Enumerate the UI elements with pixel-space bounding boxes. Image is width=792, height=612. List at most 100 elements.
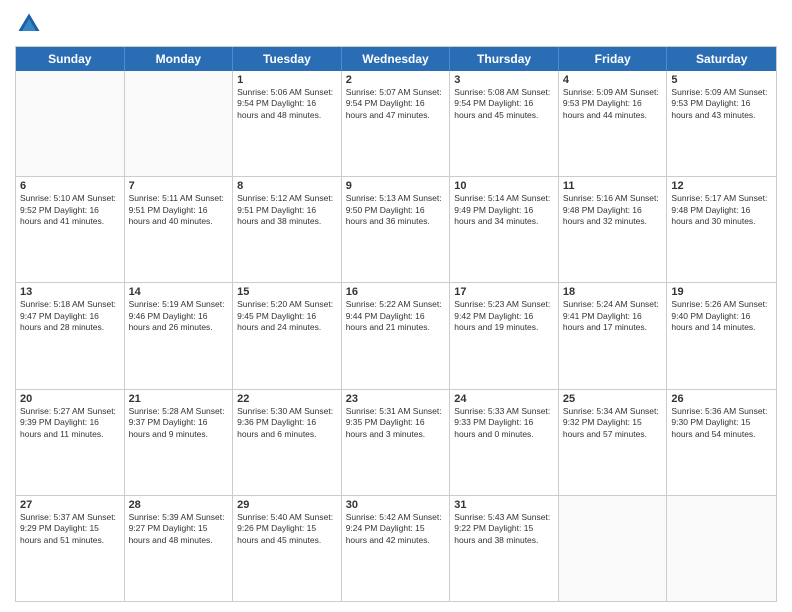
calendar-cell-day-2: 2Sunrise: 5:07 AM Sunset: 9:54 PM Daylig… bbox=[342, 71, 451, 176]
calendar-cell-day-20: 20Sunrise: 5:27 AM Sunset: 9:39 PM Dayli… bbox=[16, 390, 125, 495]
calendar-cell-day-21: 21Sunrise: 5:28 AM Sunset: 9:37 PM Dayli… bbox=[125, 390, 234, 495]
day-info: Sunrise: 5:07 AM Sunset: 9:54 PM Dayligh… bbox=[346, 87, 446, 121]
calendar-cell-day-10: 10Sunrise: 5:14 AM Sunset: 9:49 PM Dayli… bbox=[450, 177, 559, 282]
day-number: 24 bbox=[454, 393, 554, 405]
calendar-cell-day-31: 31Sunrise: 5:43 AM Sunset: 9:22 PM Dayli… bbox=[450, 496, 559, 601]
calendar-cell-day-13: 13Sunrise: 5:18 AM Sunset: 9:47 PM Dayli… bbox=[16, 283, 125, 388]
day-number: 30 bbox=[346, 499, 446, 511]
day-number: 11 bbox=[563, 180, 663, 192]
logo bbox=[15, 10, 47, 38]
day-number: 6 bbox=[20, 180, 120, 192]
calendar-cell-day-9: 9Sunrise: 5:13 AM Sunset: 9:50 PM Daylig… bbox=[342, 177, 451, 282]
day-number: 14 bbox=[129, 286, 229, 298]
day-info: Sunrise: 5:13 AM Sunset: 9:50 PM Dayligh… bbox=[346, 193, 446, 227]
header-day-tuesday: Tuesday bbox=[233, 47, 342, 71]
day-number: 25 bbox=[563, 393, 663, 405]
day-info: Sunrise: 5:42 AM Sunset: 9:24 PM Dayligh… bbox=[346, 512, 446, 546]
day-info: Sunrise: 5:09 AM Sunset: 9:53 PM Dayligh… bbox=[671, 87, 772, 121]
day-info: Sunrise: 5:26 AM Sunset: 9:40 PM Dayligh… bbox=[671, 299, 772, 333]
calendar-cell-day-17: 17Sunrise: 5:23 AM Sunset: 9:42 PM Dayli… bbox=[450, 283, 559, 388]
day-number: 1 bbox=[237, 74, 337, 86]
calendar-cell-day-15: 15Sunrise: 5:20 AM Sunset: 9:45 PM Dayli… bbox=[233, 283, 342, 388]
calendar-row-1: 1Sunrise: 5:06 AM Sunset: 9:54 PM Daylig… bbox=[16, 71, 776, 177]
day-info: Sunrise: 5:09 AM Sunset: 9:53 PM Dayligh… bbox=[563, 87, 663, 121]
day-info: Sunrise: 5:22 AM Sunset: 9:44 PM Dayligh… bbox=[346, 299, 446, 333]
day-info: Sunrise: 5:06 AM Sunset: 9:54 PM Dayligh… bbox=[237, 87, 337, 121]
calendar-cell-day-24: 24Sunrise: 5:33 AM Sunset: 9:33 PM Dayli… bbox=[450, 390, 559, 495]
page: SundayMondayTuesdayWednesdayThursdayFrid… bbox=[0, 0, 792, 612]
day-info: Sunrise: 5:17 AM Sunset: 9:48 PM Dayligh… bbox=[671, 193, 772, 227]
day-info: Sunrise: 5:08 AM Sunset: 9:54 PM Dayligh… bbox=[454, 87, 554, 121]
day-info: Sunrise: 5:36 AM Sunset: 9:30 PM Dayligh… bbox=[671, 406, 772, 440]
day-number: 19 bbox=[671, 286, 772, 298]
header-day-saturday: Saturday bbox=[667, 47, 776, 71]
day-info: Sunrise: 5:19 AM Sunset: 9:46 PM Dayligh… bbox=[129, 299, 229, 333]
day-info: Sunrise: 5:28 AM Sunset: 9:37 PM Dayligh… bbox=[129, 406, 229, 440]
day-number: 10 bbox=[454, 180, 554, 192]
day-number: 15 bbox=[237, 286, 337, 298]
header-day-thursday: Thursday bbox=[450, 47, 559, 71]
day-info: Sunrise: 5:20 AM Sunset: 9:45 PM Dayligh… bbox=[237, 299, 337, 333]
day-number: 18 bbox=[563, 286, 663, 298]
calendar-cell-day-22: 22Sunrise: 5:30 AM Sunset: 9:36 PM Dayli… bbox=[233, 390, 342, 495]
day-number: 31 bbox=[454, 499, 554, 511]
day-info: Sunrise: 5:27 AM Sunset: 9:39 PM Dayligh… bbox=[20, 406, 120, 440]
day-info: Sunrise: 5:34 AM Sunset: 9:32 PM Dayligh… bbox=[563, 406, 663, 440]
day-number: 12 bbox=[671, 180, 772, 192]
day-info: Sunrise: 5:37 AM Sunset: 9:29 PM Dayligh… bbox=[20, 512, 120, 546]
calendar-cell-day-3: 3Sunrise: 5:08 AM Sunset: 9:54 PM Daylig… bbox=[450, 71, 559, 176]
calendar-cell-day-12: 12Sunrise: 5:17 AM Sunset: 9:48 PM Dayli… bbox=[667, 177, 776, 282]
calendar-cell-empty bbox=[125, 71, 234, 176]
day-number: 20 bbox=[20, 393, 120, 405]
calendar-header: SundayMondayTuesdayWednesdayThursdayFrid… bbox=[16, 47, 776, 71]
day-info: Sunrise: 5:11 AM Sunset: 9:51 PM Dayligh… bbox=[129, 193, 229, 227]
day-number: 28 bbox=[129, 499, 229, 511]
day-info: Sunrise: 5:24 AM Sunset: 9:41 PM Dayligh… bbox=[563, 299, 663, 333]
calendar-cell-day-6: 6Sunrise: 5:10 AM Sunset: 9:52 PM Daylig… bbox=[16, 177, 125, 282]
calendar-cell-day-4: 4Sunrise: 5:09 AM Sunset: 9:53 PM Daylig… bbox=[559, 71, 668, 176]
day-number: 7 bbox=[129, 180, 229, 192]
header-day-wednesday: Wednesday bbox=[342, 47, 451, 71]
calendar-cell-day-23: 23Sunrise: 5:31 AM Sunset: 9:35 PM Dayli… bbox=[342, 390, 451, 495]
calendar-cell-day-5: 5Sunrise: 5:09 AM Sunset: 9:53 PM Daylig… bbox=[667, 71, 776, 176]
calendar-row-3: 13Sunrise: 5:18 AM Sunset: 9:47 PM Dayli… bbox=[16, 283, 776, 389]
day-number: 27 bbox=[20, 499, 120, 511]
calendar-cell-day-14: 14Sunrise: 5:19 AM Sunset: 9:46 PM Dayli… bbox=[125, 283, 234, 388]
day-info: Sunrise: 5:16 AM Sunset: 9:48 PM Dayligh… bbox=[563, 193, 663, 227]
day-info: Sunrise: 5:31 AM Sunset: 9:35 PM Dayligh… bbox=[346, 406, 446, 440]
calendar-cell-day-30: 30Sunrise: 5:42 AM Sunset: 9:24 PM Dayli… bbox=[342, 496, 451, 601]
calendar-cell-day-25: 25Sunrise: 5:34 AM Sunset: 9:32 PM Dayli… bbox=[559, 390, 668, 495]
day-number: 5 bbox=[671, 74, 772, 86]
day-info: Sunrise: 5:43 AM Sunset: 9:22 PM Dayligh… bbox=[454, 512, 554, 546]
calendar-cell-day-27: 27Sunrise: 5:37 AM Sunset: 9:29 PM Dayli… bbox=[16, 496, 125, 601]
header bbox=[15, 10, 777, 38]
day-number: 8 bbox=[237, 180, 337, 192]
day-info: Sunrise: 5:39 AM Sunset: 9:27 PM Dayligh… bbox=[129, 512, 229, 546]
day-number: 13 bbox=[20, 286, 120, 298]
calendar-cell-day-11: 11Sunrise: 5:16 AM Sunset: 9:48 PM Dayli… bbox=[559, 177, 668, 282]
day-info: Sunrise: 5:10 AM Sunset: 9:52 PM Dayligh… bbox=[20, 193, 120, 227]
calendar-cell-day-1: 1Sunrise: 5:06 AM Sunset: 9:54 PM Daylig… bbox=[233, 71, 342, 176]
calendar-cell-day-18: 18Sunrise: 5:24 AM Sunset: 9:41 PM Dayli… bbox=[559, 283, 668, 388]
calendar-cell-empty bbox=[559, 496, 668, 601]
day-info: Sunrise: 5:14 AM Sunset: 9:49 PM Dayligh… bbox=[454, 193, 554, 227]
day-number: 17 bbox=[454, 286, 554, 298]
calendar-cell-day-16: 16Sunrise: 5:22 AM Sunset: 9:44 PM Dayli… bbox=[342, 283, 451, 388]
calendar-cell-day-28: 28Sunrise: 5:39 AM Sunset: 9:27 PM Dayli… bbox=[125, 496, 234, 601]
day-info: Sunrise: 5:12 AM Sunset: 9:51 PM Dayligh… bbox=[237, 193, 337, 227]
day-number: 4 bbox=[563, 74, 663, 86]
day-number: 9 bbox=[346, 180, 446, 192]
day-info: Sunrise: 5:23 AM Sunset: 9:42 PM Dayligh… bbox=[454, 299, 554, 333]
calendar: SundayMondayTuesdayWednesdayThursdayFrid… bbox=[15, 46, 777, 602]
day-info: Sunrise: 5:33 AM Sunset: 9:33 PM Dayligh… bbox=[454, 406, 554, 440]
day-number: 22 bbox=[237, 393, 337, 405]
header-day-monday: Monday bbox=[125, 47, 234, 71]
header-day-friday: Friday bbox=[559, 47, 668, 71]
day-number: 21 bbox=[129, 393, 229, 405]
day-info: Sunrise: 5:40 AM Sunset: 9:26 PM Dayligh… bbox=[237, 512, 337, 546]
day-number: 3 bbox=[454, 74, 554, 86]
day-number: 23 bbox=[346, 393, 446, 405]
header-day-sunday: Sunday bbox=[16, 47, 125, 71]
calendar-cell-day-7: 7Sunrise: 5:11 AM Sunset: 9:51 PM Daylig… bbox=[125, 177, 234, 282]
day-number: 2 bbox=[346, 74, 446, 86]
